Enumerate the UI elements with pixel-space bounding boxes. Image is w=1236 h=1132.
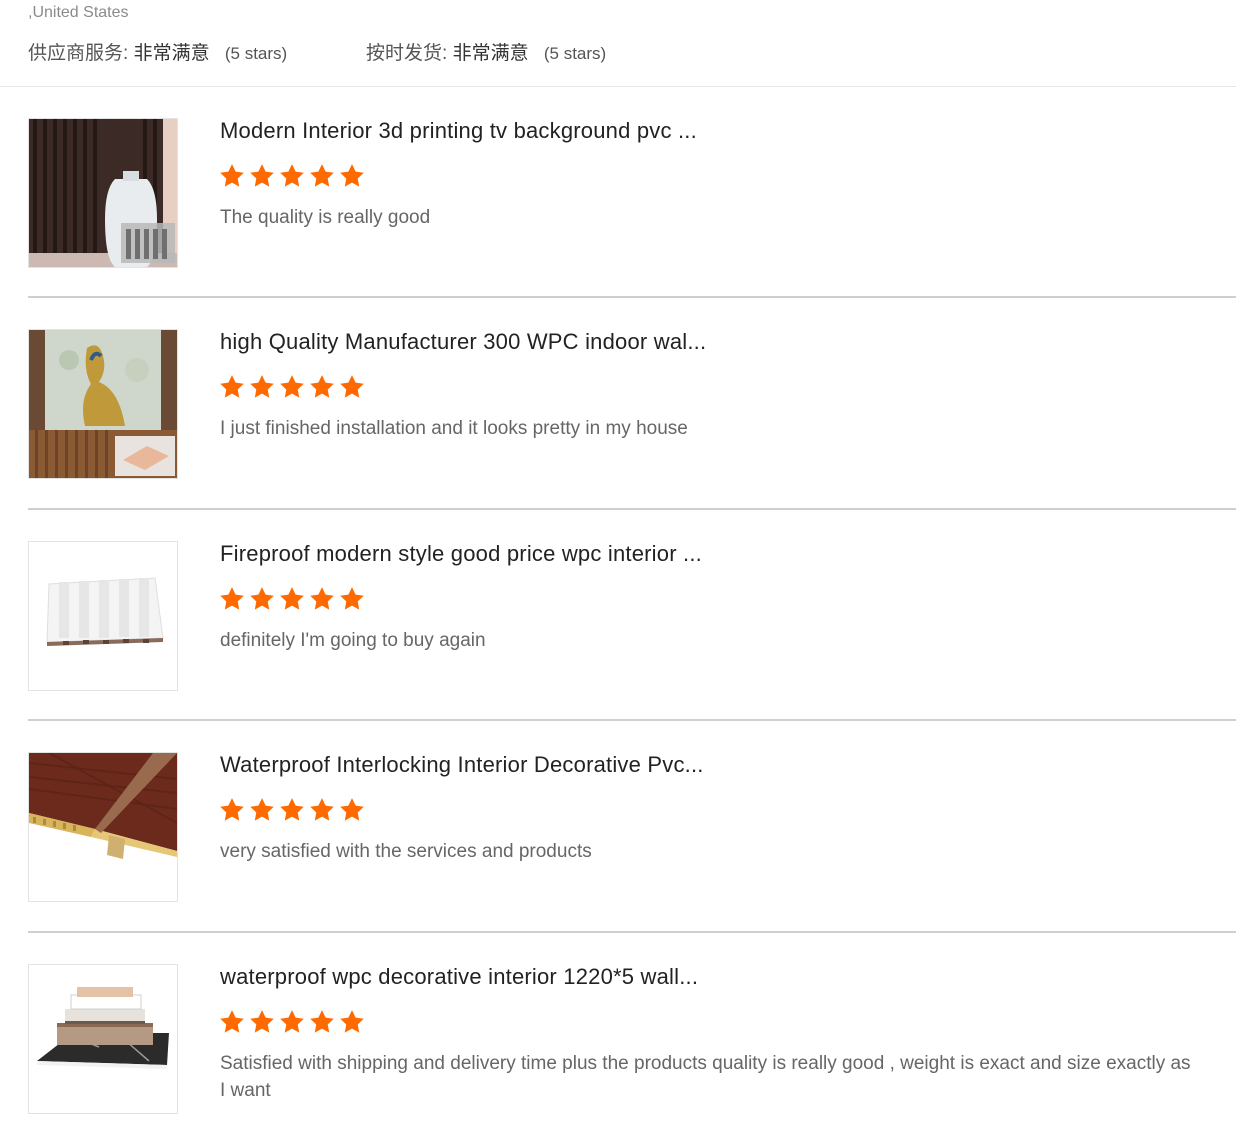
review-text: The quality is really good	[220, 207, 431, 228]
star-icon	[250, 1010, 274, 1033]
star-rating	[218, 585, 366, 613]
product-thumbnail[interactable]	[28, 329, 178, 479]
buyer-location: ,United States	[28, 4, 129, 21]
star-icon	[220, 375, 244, 398]
review-divider	[28, 931, 1236, 933]
star-icon	[340, 798, 364, 821]
rating-stars-text: (5 stars)	[224, 44, 288, 63]
star-icon	[220, 798, 244, 821]
review-text: I just finished installation and it look…	[220, 418, 688, 439]
star-icon	[220, 164, 244, 187]
star-rating	[218, 1008, 366, 1036]
star-icon	[280, 1010, 304, 1033]
product-photo-peacock-wall	[29, 330, 177, 478]
rating-label: 供应商服务:	[28, 43, 129, 64]
star-icon	[340, 164, 364, 187]
product-thumbnail[interactable]	[28, 118, 178, 268]
star-icon	[220, 587, 244, 610]
star-icon	[340, 375, 364, 398]
star-rating	[218, 796, 366, 824]
product-title[interactable]: waterproof wpc decorative interior 1220*…	[220, 964, 698, 990]
review-item: waterproof wpc decorative interior 1220*…	[28, 964, 1236, 1116]
star-rating	[218, 373, 366, 401]
review-text: very satisfied with the services and pro…	[220, 841, 592, 862]
review-divider	[28, 296, 1236, 298]
star-icon	[340, 587, 364, 610]
star-icon	[280, 375, 304, 398]
star-icon	[310, 375, 334, 398]
product-title[interactable]: Modern Interior 3d printing tv backgroun…	[220, 118, 697, 144]
star-icon	[250, 587, 274, 610]
review-item: Modern Interior 3d printing tv backgroun…	[28, 118, 1236, 270]
product-photo-dark-wall-panel-vase	[29, 119, 177, 267]
product-title[interactable]: Fireproof modern style good price wpc in…	[220, 541, 702, 567]
rating-on-time-delivery: 按时发货: 非常满意 (5 stars)	[366, 38, 606, 65]
product-title[interactable]: high Quality Manufacturer 300 WPC indoor…	[220, 329, 706, 355]
review-item: Waterproof Interlocking Interior Decorat…	[28, 752, 1236, 904]
star-icon	[280, 164, 304, 187]
review-item: Fireproof modern style good price wpc in…	[28, 541, 1236, 693]
rating-value: 非常满意	[452, 43, 529, 64]
review-text: Satisfied with shipping and delivery tim…	[220, 1053, 1191, 1101]
star-icon	[250, 375, 274, 398]
star-icon	[280, 587, 304, 610]
review-divider	[28, 719, 1236, 721]
product-title[interactable]: Waterproof Interlocking Interior Decorat…	[220, 752, 704, 778]
review-text: definitely I'm going to buy again	[220, 630, 486, 651]
product-thumbnail[interactable]	[28, 752, 178, 902]
review-item: high Quality Manufacturer 300 WPC indoor…	[28, 329, 1236, 481]
star-icon	[310, 798, 334, 821]
product-photo-wood-grain-panel	[29, 753, 177, 901]
section-divider	[0, 86, 1236, 87]
star-icon	[310, 587, 334, 610]
product-thumbnail[interactable]	[28, 541, 178, 691]
rating-value: 非常满意	[133, 43, 210, 64]
star-icon	[220, 1010, 244, 1033]
star-icon	[310, 1010, 334, 1033]
product-thumbnail[interactable]	[28, 964, 178, 1114]
rating-stars-text: (5 stars)	[543, 44, 607, 63]
star-icon	[250, 798, 274, 821]
star-rating	[218, 162, 366, 190]
star-icon	[310, 164, 334, 187]
star-icon	[280, 798, 304, 821]
rating-supplier-service: 供应商服务: 非常满意 (5 stars)	[28, 38, 287, 65]
star-icon	[250, 164, 274, 187]
rating-label: 按时发货:	[366, 43, 448, 64]
star-icon	[340, 1010, 364, 1033]
review-divider	[28, 508, 1236, 510]
product-photo-white-fluted-panel	[29, 542, 177, 690]
product-photo-stacked-boards	[29, 965, 177, 1113]
